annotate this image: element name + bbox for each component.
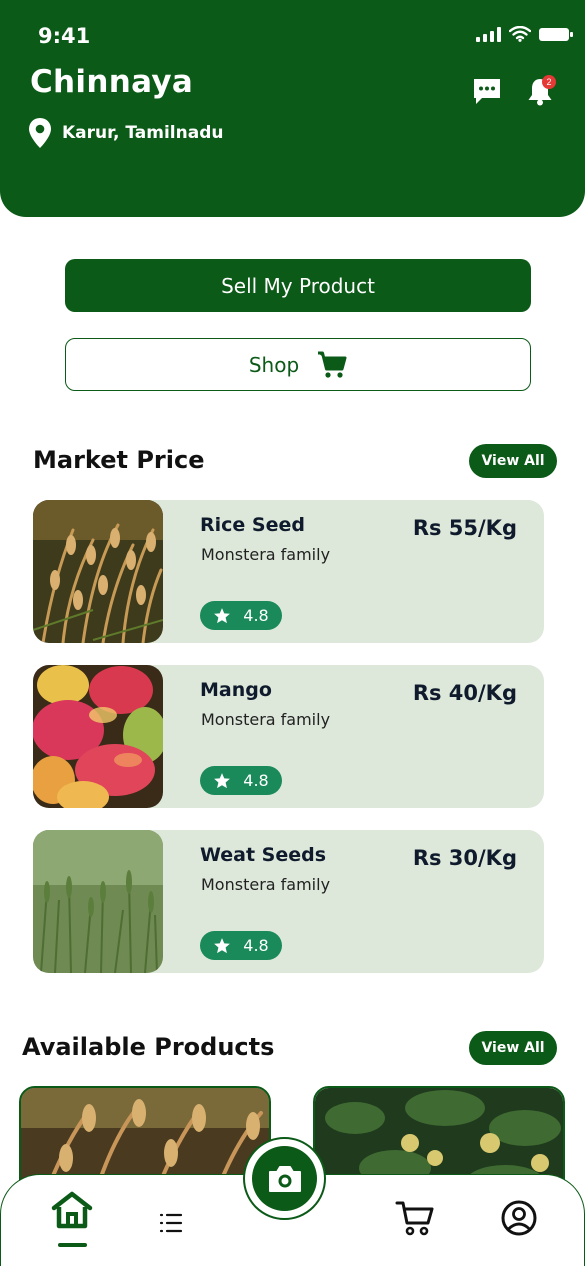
- item-name: Mango: [200, 679, 272, 701]
- notification-badge: 2: [542, 75, 556, 89]
- market-price-title: Market Price: [33, 446, 205, 474]
- nav-active-indicator: [58, 1243, 87, 1247]
- rating-value: 4.8: [243, 936, 269, 955]
- market-item-rice-seed[interactable]: Rice Seed Monstera family Rs 55/Kg 4.8: [33, 500, 544, 643]
- item-subtitle: Monstera family: [201, 545, 331, 564]
- market-view-all-button[interactable]: View All: [469, 444, 557, 478]
- mango-image: [33, 665, 163, 808]
- wifi-icon: [509, 26, 531, 42]
- location-pin-icon: [29, 118, 51, 148]
- shop-button[interactable]: Shop: [65, 338, 531, 391]
- sell-product-label: Sell My Product: [221, 273, 375, 298]
- list-icon: [159, 1213, 183, 1233]
- market-item-weat-seeds[interactable]: Weat Seeds Monstera family Rs 30/Kg 4.8: [33, 830, 544, 973]
- status-time: 9:41: [38, 24, 91, 48]
- item-name: Weat Seeds: [200, 844, 327, 866]
- location-text: Karur, Tamilnadu: [62, 123, 224, 143]
- camera-icon: [268, 1165, 301, 1192]
- cart-icon: [395, 1201, 434, 1236]
- sell-product-button[interactable]: Sell My Product: [65, 259, 531, 312]
- rice-seed-image: [33, 500, 163, 643]
- rating-value: 4.8: [243, 771, 269, 790]
- camera-button[interactable]: [243, 1137, 326, 1220]
- rating-badge: 4.8: [200, 766, 282, 795]
- location-row: Karur, Tamilnadu: [28, 117, 223, 149]
- message-button[interactable]: [470, 74, 504, 108]
- cart-icon: [318, 351, 347, 378]
- weat-seeds-image: [33, 830, 163, 973]
- item-subtitle: Monstera family: [201, 875, 331, 894]
- app-header: 9:41 Chinnaya Karur, Tamilnadu 2: [0, 0, 585, 217]
- status-bar-icons: [476, 26, 573, 42]
- available-view-all-button[interactable]: View All: [469, 1031, 557, 1065]
- available-products-title: Available Products: [22, 1033, 275, 1061]
- notification-button[interactable]: 2: [523, 74, 557, 108]
- home-icon: [51, 1191, 93, 1229]
- item-price: Rs 40/Kg: [412, 681, 517, 705]
- user-name: Chinnaya: [30, 64, 194, 100]
- nav-cart[interactable]: [392, 1195, 438, 1241]
- item-price: Rs 30/Kg: [412, 846, 517, 870]
- shop-label: Shop: [248, 352, 300, 377]
- rating-value: 4.8: [243, 606, 269, 625]
- star-icon: [214, 937, 231, 953]
- camera-button-inner: [252, 1146, 317, 1211]
- profile-icon: [501, 1200, 537, 1236]
- battery-icon: [539, 27, 573, 41]
- signal-icon: [476, 26, 501, 42]
- nav-list[interactable]: [148, 1200, 194, 1246]
- rating-badge: 4.8: [200, 601, 282, 630]
- star-icon: [214, 607, 231, 623]
- star-icon: [214, 772, 231, 788]
- item-subtitle: Monstera family: [201, 710, 331, 729]
- nav-home[interactable]: [49, 1187, 95, 1233]
- nav-profile[interactable]: [496, 1195, 542, 1241]
- chat-icon: [474, 79, 500, 104]
- item-price: Rs 55/Kg: [412, 516, 517, 540]
- market-item-mango[interactable]: Mango Monstera family Rs 40/Kg 4.8: [33, 665, 544, 808]
- item-name: Rice Seed: [200, 514, 305, 536]
- rating-badge: 4.8: [200, 931, 282, 960]
